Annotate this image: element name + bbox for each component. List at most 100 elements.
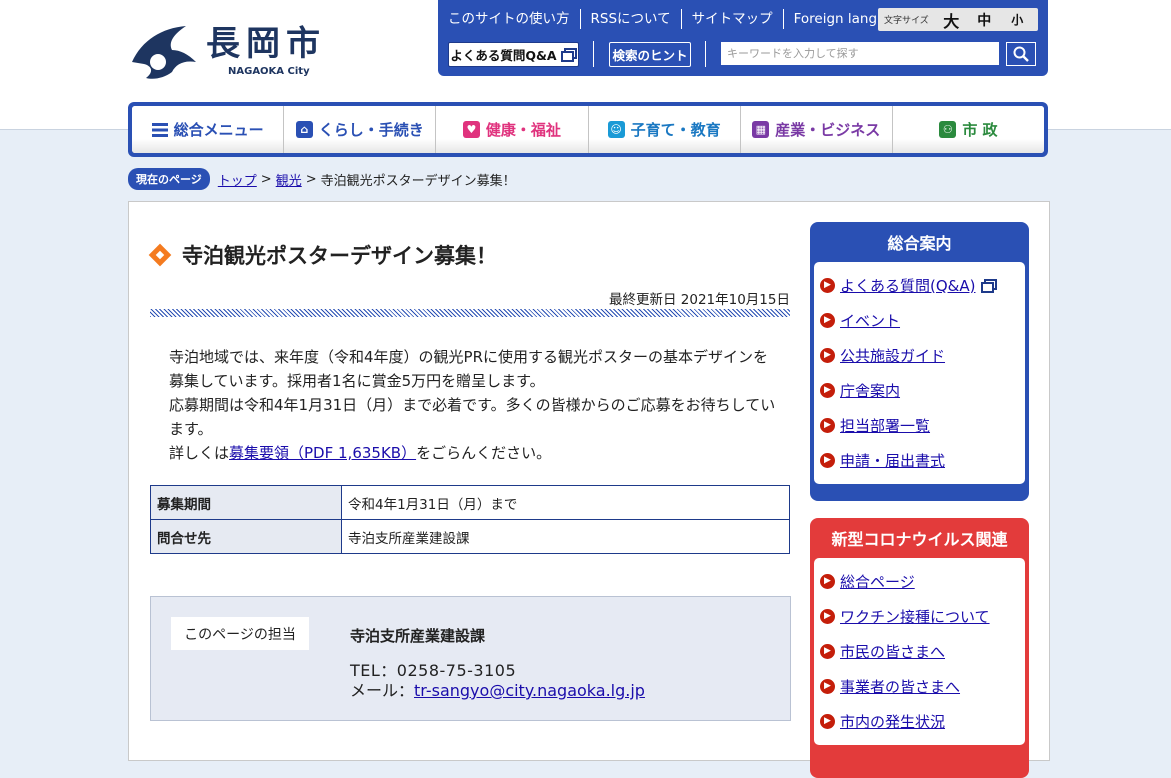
sidebar-link[interactable]: 事業者の皆さまへ — [840, 676, 960, 697]
breadcrumb-link-top[interactable]: トップ — [218, 170, 257, 189]
last-updated: 最終更新日 2021年10月15日 — [608, 292, 790, 308]
contact-label: このページの担当 — [171, 617, 309, 650]
arrow-right-icon: ▶ — [820, 313, 835, 328]
sidebar-link[interactable]: ワクチン接種について — [840, 606, 990, 627]
info-table: 募集期間 令和4年1月31日（月）まで 問合せ先 寺泊支所産業建設課 — [150, 485, 790, 554]
site-logo[interactable]: 長岡市 NAGAOKA City — [128, 22, 338, 82]
text: をごらんください。 — [416, 444, 552, 462]
new-window-icon — [981, 278, 998, 293]
pdf-guidelines-link[interactable]: 募集要領（PDF 1,635KB） — [229, 444, 416, 462]
contact-email: メール：tr-sangyo@city.nagaoka.lg.jp — [350, 677, 645, 701]
heart-icon: ♥ — [462, 121, 480, 138]
arrow-right-icon: ▶ — [820, 609, 835, 624]
breadcrumb: 現在のページ トップ > 観光 > 寺泊観光ポスターデザイン募集！ — [128, 168, 516, 190]
breadcrumb-separator: > — [305, 171, 317, 187]
article-paragraph: 寺泊地域では、来年度（令和4年度）の観光PRに使用する観光ポスターの基本デザイン… — [169, 348, 769, 390]
sidebar-item-events[interactable]: ▶ イベント — [814, 303, 1025, 338]
search-button[interactable] — [1006, 42, 1036, 66]
sidebar-covid: 新型コロナウイルス関連 ▶ 総合ページ ▶ ワクチン接種について ▶ 市民の皆さまへ … — [810, 518, 1029, 778]
sidebar-item-city-hall[interactable]: ▶ 庁舎案内 — [814, 373, 1025, 408]
arrow-right-icon: ▶ — [820, 679, 835, 694]
sidebar-item-faq[interactable]: ▶ よくある質問(Q&A) — [814, 268, 1025, 303]
sidebar-link[interactable]: 担当部署一覧 — [840, 415, 930, 436]
gnav-item-label: くらし・手続き — [318, 121, 424, 139]
sidebar-item-vaccination[interactable]: ▶ ワクチン接種について — [814, 599, 1025, 634]
breadcrumb-badge: 現在のページ — [128, 168, 210, 190]
page-title: 寺泊観光ポスターデザイン募集！ — [182, 244, 497, 268]
diamond-icon — [150, 245, 170, 265]
sidebar-general-guide: 総合案内 ▶ よくある質問(Q&A) ▶ イベント ▶ 公共施設ガイド ▶ 庁舎案内 ▶… — [810, 222, 1029, 501]
title-divider — [150, 309, 790, 317]
sidebar-item-departments[interactable]: ▶ 担当部署一覧 — [814, 408, 1025, 443]
table-cell: 寺泊支所産業建設課 — [341, 519, 790, 554]
util-link-howto[interactable]: このサイトの使い方 — [438, 9, 580, 29]
arrow-right-icon: ▶ — [820, 644, 835, 659]
divider — [705, 41, 706, 67]
gnav-item-label: 産業・ビジネス — [775, 121, 881, 139]
article-paragraph: 応募期間は令和4年1月31日（月）まで必着です。多くの皆様からのご応募をお待ちし… — [169, 396, 776, 438]
font-size-medium-button[interactable]: 中 — [968, 10, 1001, 30]
sidebar-item-citizens[interactable]: ▶ 市民の皆さまへ — [814, 634, 1025, 669]
faq-button[interactable]: よくある質問Q&A — [448, 42, 579, 67]
logo-name: 長岡市 — [206, 24, 326, 64]
people-icon: ⚇ — [939, 121, 957, 138]
text: 詳しくは — [169, 444, 230, 462]
main-content: 寺泊観光ポスターデザイン募集！ 最終更新日 2021年10月15日 寺泊地域では… — [128, 201, 1050, 778]
table-header-cell: 募集期間 — [150, 485, 342, 520]
sidebar-link[interactable]: 市民の皆さまへ — [840, 641, 945, 662]
new-window-icon — [560, 47, 577, 62]
gnav-item-label: 健康・福祉 — [485, 121, 561, 139]
util-link-rss[interactable]: RSSについて — [579, 9, 681, 29]
contact-department: 寺泊支所産業建設課 — [350, 627, 486, 645]
gnav-item-business[interactable]: ▦ 産業・ビジネス — [739, 106, 892, 153]
arrow-right-icon: ▶ — [820, 574, 835, 589]
house-icon: ⌂ — [295, 121, 313, 138]
search-input[interactable] — [721, 42, 999, 65]
sidebar-list: ▶ よくある質問(Q&A) ▶ イベント ▶ 公共施設ガイド ▶ 庁舎案内 ▶ 担当部署一… — [814, 262, 1025, 484]
table-cell: 令和4年1月31日（月）まで — [341, 485, 790, 520]
sidebar-list: ▶ 総合ページ ▶ ワクチン接種について ▶ 市民の皆さまへ ▶ 事業者の皆さまへ ▶ 市… — [814, 558, 1025, 745]
gnav-item-menu[interactable]: 総合メニュー — [132, 106, 284, 153]
sidebar-item-facilities[interactable]: ▶ 公共施設ガイド — [814, 338, 1025, 373]
sidebar-item-local-cases[interactable]: ▶ 市内の発生状況 — [814, 704, 1025, 739]
arrow-right-icon: ▶ — [820, 453, 835, 468]
sidebar-link[interactable]: 庁舎案内 — [840, 380, 900, 401]
sidebar-link[interactable]: 総合ページ — [840, 571, 915, 592]
gnav-item-city-admin[interactable]: ⚇ 市 政 — [891, 106, 1044, 153]
crane-logo-icon — [132, 26, 196, 79]
child-icon: ☺ — [607, 121, 625, 138]
contact-box: このページの担当 寺泊支所産業建設課 TEL：0258-75-3105 メール：… — [150, 596, 791, 721]
util-link-sitemap[interactable]: サイトマップ — [680, 9, 783, 29]
breadcrumb-separator: > — [260, 171, 272, 187]
article-paragraph: 詳しくは募集要領（PDF 1,635KB）をごらんください。 — [169, 441, 779, 465]
sidebar-link[interactable]: 市内の発生状況 — [840, 711, 945, 732]
arrow-right-icon: ▶ — [820, 714, 835, 729]
sidebar-item-covid-overview[interactable]: ▶ 総合ページ — [814, 564, 1025, 599]
sidebar-link[interactable]: イベント — [840, 310, 900, 331]
table-header-cell: 問合せ先 — [150, 519, 342, 554]
font-size-large-button[interactable]: 大 — [935, 8, 968, 32]
gnav-item-label: 総合メニュー — [173, 121, 264, 139]
table-row: 問合せ先 寺泊支所産業建設課 — [150, 519, 790, 554]
gnav-item-label: 子育て・教育 — [630, 121, 721, 139]
article-body: 寺泊地域では、来年度（令和4年度）の観光PRに使用する観光ポスターの基本デザイン… — [169, 345, 779, 465]
table-row: 募集期間 令和4年1月31日（月）まで — [150, 485, 790, 520]
breadcrumb-link-tourism[interactable]: 観光 — [276, 170, 302, 189]
gnav-item-childcare[interactable]: ☺ 子育て・教育 — [587, 106, 740, 153]
faq-button-label: よくある質問Q&A — [450, 48, 557, 63]
breadcrumb-current: 寺泊観光ポスターデザイン募集！ — [320, 173, 516, 189]
sidebar-link[interactable]: 申請・届出書式 — [840, 450, 945, 471]
arrow-right-icon: ▶ — [820, 418, 835, 433]
sidebar-link[interactable]: よくある質問(Q&A) — [840, 275, 975, 296]
gnav-item-living[interactable]: ⌂ くらし・手続き — [283, 106, 436, 153]
arrow-right-icon: ▶ — [820, 383, 835, 398]
utility-links: このサイトの使い方 RSSについて サイトマップ Foreign languag… — [438, 9, 921, 29]
email-link[interactable]: tr-sangyo@city.nagaoka.lg.jp — [414, 681, 645, 700]
font-size-small-button[interactable]: 小 — [1001, 11, 1034, 28]
search-hint-button[interactable]: 検索のヒント — [609, 42, 691, 67]
global-nav: 総合メニュー ⌂ くらし・手続き ♥ 健康・福祉 ☺ 子育て・教育 ▦ 産業・ビ… — [128, 102, 1048, 157]
sidebar-item-forms[interactable]: ▶ 申請・届出書式 — [814, 443, 1025, 478]
gnav-item-health[interactable]: ♥ 健康・福祉 — [435, 106, 588, 153]
sidebar-item-businesses[interactable]: ▶ 事業者の皆さまへ — [814, 669, 1025, 704]
sidebar-link[interactable]: 公共施設ガイド — [840, 345, 945, 366]
